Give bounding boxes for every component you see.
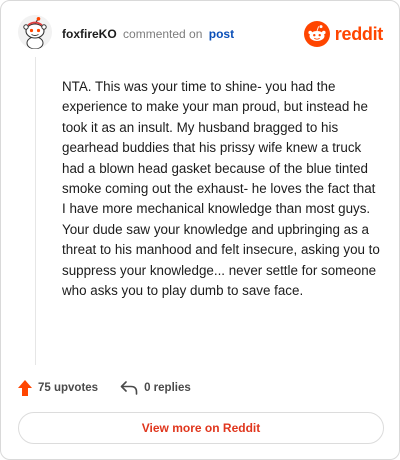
reddit-snoo-icon — [303, 21, 330, 47]
username[interactable]: foxfireKO — [62, 27, 117, 41]
user-avatar[interactable] — [18, 15, 52, 49]
reddit-brand[interactable]: reddit — [303, 21, 384, 47]
post-link[interactable]: post — [209, 27, 234, 41]
thread-line — [35, 57, 36, 365]
comment-actions: 75 upvotes 0 replies — [18, 377, 191, 399]
reply-arrow-icon — [120, 381, 138, 395]
reply-button[interactable]: 0 replies — [120, 381, 191, 395]
upvote-button[interactable]: 75 upvotes — [18, 380, 98, 396]
snoo-avatar-icon — [18, 15, 52, 49]
view-more-on-reddit-button[interactable]: View more on Reddit — [18, 412, 384, 444]
commented-on-text: commented on — [123, 27, 203, 41]
comment-body: NTA. This was your time to shine- you ha… — [62, 79, 380, 299]
comment-card: foxfireKO commented on post reddit NTA. … — [0, 0, 400, 460]
reply-count: 0 replies — [144, 382, 191, 394]
upvote-arrow-icon — [18, 380, 32, 396]
upvote-count: 75 upvotes — [38, 382, 99, 394]
reddit-wordmark: reddit — [334, 23, 384, 44]
comment-header: foxfireKO commented on post — [62, 26, 234, 42]
